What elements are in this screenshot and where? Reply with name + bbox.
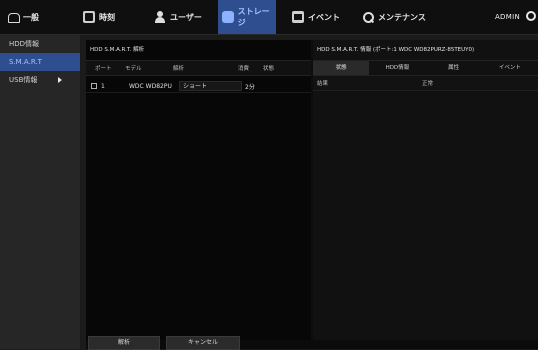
col-time: 消費 — [238, 66, 250, 72]
nav-event-label: イベント — [308, 12, 340, 22]
col-port: ポート — [95, 66, 112, 72]
info-tabs: 状態 HDD情報 属性 イベント — [313, 60, 538, 76]
sidebar-item-label: HDD情報 — [9, 40, 40, 48]
sidebar-item-label: USB情報 — [9, 76, 38, 84]
nav-general-label: 一般 — [23, 12, 39, 22]
tab-hdd-info[interactable]: HDD情報 — [369, 61, 425, 75]
nav-maintenance[interactable]: メンテナンス — [362, 0, 426, 34]
cancel-button[interactable]: キャンセル — [166, 336, 240, 350]
sidebar-item-hdd-info[interactable]: HDD情報 — [0, 35, 80, 53]
maintenance-icon — [362, 11, 374, 23]
nav-user[interactable]: ユーザー — [154, 0, 202, 34]
nav-user-label: ユーザー — [170, 12, 202, 22]
analyze-button[interactable]: 解析 — [88, 336, 160, 350]
main-content: HDD S.M.A.R.T. 解析 ポート モデル 解析 消費 状態 1 WDC… — [86, 40, 538, 349]
nav-storage-label: ストレージ — [237, 7, 270, 27]
sidebar-item-label: S.M.A.R.T — [9, 58, 42, 66]
nav-storage[interactable]: ストレージ — [218, 0, 276, 34]
nav-time-label: 時刻 — [99, 12, 115, 22]
smart-info-panel: HDD S.M.A.R.T. 情報 (ポート:1 WDC WD82PURZ-85… — [313, 40, 538, 340]
row-checkbox[interactable] — [91, 83, 97, 89]
sidebar-item-smart[interactable]: S.M.A.R.T — [0, 53, 80, 71]
home-icon — [7, 11, 20, 23]
nav-maintenance-label: メンテナンス — [378, 12, 426, 22]
analysis-select[interactable]: ショート — [179, 81, 242, 91]
tab-attributes[interactable]: 属性 — [426, 61, 482, 75]
table-header: ポート モデル 解析 消費 状態 — [86, 60, 311, 76]
top-navigation: 一般 時刻 ユーザー ストレージ イベント メンテナンス ADMIN — [0, 0, 538, 35]
panel-title: HDD S.M.A.R.T. 解析 — [90, 47, 145, 53]
storage-icon — [222, 11, 234, 23]
gear-icon[interactable] — [526, 11, 536, 21]
analysis-select-value: ショート — [183, 83, 208, 90]
cell-time: 2分 — [245, 83, 255, 91]
nav-event[interactable]: イベント — [292, 0, 340, 34]
smart-analysis-panel: HDD S.M.A.R.T. 解析 ポート モデル 解析 消費 状態 1 WDC… — [86, 40, 311, 340]
cell-model: WDC WD82PU — [129, 82, 172, 90]
result-label: 結果 — [317, 81, 329, 87]
tab-events[interactable]: イベント — [482, 61, 538, 75]
chevron-right-icon — [58, 77, 62, 83]
user-indicator[interactable]: ADMIN — [495, 0, 520, 34]
event-icon — [292, 11, 304, 23]
table-row[interactable]: 1 WDC WD82PU ショート 2分 — [86, 80, 311, 93]
sidebar-item-usb-info[interactable]: USB情報 — [0, 71, 80, 89]
cell-port: 1 — [101, 82, 105, 90]
admin-label: ADMIN — [494, 13, 520, 21]
col-model: モデル — [125, 66, 142, 72]
result-row: 結果 正常 — [313, 76, 538, 91]
col-status: 状態 — [263, 66, 275, 72]
col-analysis: 解析 — [173, 66, 185, 72]
result-value: 正常 — [421, 81, 433, 87]
sidebar: HDD情報 S.M.A.R.T USB情報 — [0, 35, 81, 349]
nav-general[interactable]: 一般 — [7, 0, 39, 34]
info-title: HDD S.M.A.R.T. 情報 (ポート:1 WDC WD82PURZ-85… — [317, 47, 475, 53]
tab-status[interactable]: 状態 — [313, 61, 370, 75]
clock-icon — [83, 11, 95, 23]
nav-time[interactable]: 時刻 — [83, 0, 115, 34]
user-icon — [154, 11, 166, 23]
